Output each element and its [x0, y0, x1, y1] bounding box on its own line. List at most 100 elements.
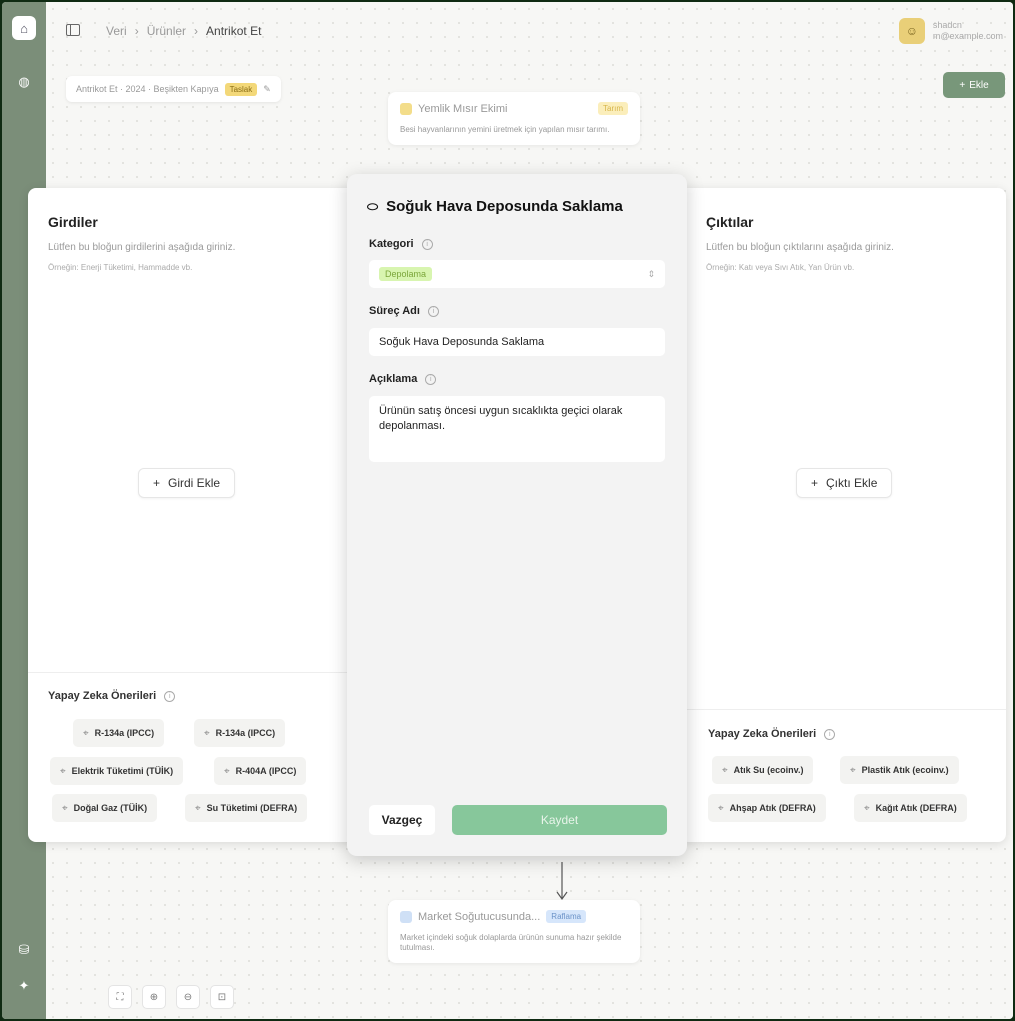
info-icon[interactable]: i [824, 728, 836, 740]
node-title: Yemlik Mısır Ekimi [418, 102, 508, 115]
arrow-down-icon [556, 862, 568, 901]
avatar: ☺ [898, 18, 925, 44]
info-icon[interactable]: i [164, 690, 176, 702]
process-name-label-text: Süreç Adı [369, 305, 420, 317]
sprout-icon [400, 102, 412, 115]
chip-label: Kağıt Atık (DEFRA) [875, 803, 957, 813]
tag-icon: ⌖ [722, 764, 728, 776]
info-icon[interactable]: i [425, 373, 437, 385]
chip-label: R-134a (IPCC) [94, 728, 155, 738]
plus-icon: + [959, 79, 966, 91]
user-menu[interactable]: ☺ shadcn m@example.com [898, 18, 1003, 44]
status-badge: Taslak [224, 82, 258, 96]
ai-suggestions-label: Yapay Zeka Önerileri [708, 728, 817, 740]
chip-label: Su Tüketimi (DEFRA) [206, 803, 298, 813]
chip-label: Doğal Gaz (TÜİK) [73, 803, 148, 813]
process-edit-modal: ⬭ Soğuk Hava Deposunda Saklama Kategori … [347, 174, 687, 856]
project-pill[interactable]: Antrikot Et · 2024 · Beşikten Kapıya Tas… [66, 76, 281, 102]
description-label-text: Açıklama [369, 373, 418, 385]
add-output-label: Çıktı Ekle [826, 476, 878, 490]
suggestion-chip[interactable]: ⌖ Elektrik Tüketimi (TÜİK) [50, 757, 184, 785]
home-icon[interactable]: ⌂ [12, 16, 36, 40]
info-icon[interactable]: i [427, 305, 439, 317]
suggestion-chip[interactable]: ⌖ Plastik Atık (ecoinv.) [840, 756, 959, 784]
suggestion-chip[interactable]: ⌖ R-134a (IPCC) [194, 719, 286, 747]
ai-suggestions-title: Yapay Zeka Önerileri i [708, 728, 836, 740]
suggestion-chip[interactable]: ⌖ Ahşap Atık (DEFRA) [708, 794, 826, 822]
process-node-top[interactable]: Yemlik Mısır Ekimi Tarım Besi hayvanları… [388, 92, 640, 145]
breadcrumb-item[interactable]: Veri [106, 24, 127, 38]
save-button[interactable]: Kaydet [452, 805, 667, 835]
panel-title: Çıktılar [706, 214, 754, 230]
tag-icon: ⌖ [224, 765, 230, 777]
divider [28, 672, 358, 673]
plus-icon: + [811, 476, 819, 490]
pill-icon: ⬭ [367, 198, 379, 214]
select-chevron-icon: ⇕ [647, 268, 655, 279]
chevron-right-icon: › [134, 24, 139, 38]
sidebar-toggle-icon[interactable] [66, 24, 80, 36]
tag-icon: ⌖ [204, 727, 210, 739]
suggestion-chip[interactable]: ⌖ Atık Su (ecoinv.) [712, 756, 814, 784]
add-button-label: Ekle [969, 79, 989, 91]
chip-label: Ahşap Atık (DEFRA) [729, 803, 816, 813]
description-label: Açıklama i [369, 373, 437, 385]
app-frame: ⌂ ◍ ⛁ ✦ Veri › Ürünler › Antrikot Et ☺ s… [2, 2, 1013, 1019]
panel-subtitle: Lütfen bu bloğun çıktılarını aşağıda gir… [706, 242, 894, 253]
chip-label: Elektrik Tüketimi (TÜİK) [71, 766, 174, 776]
panel-example: Örneğin: Katı veya Sıvı Atık, Yan Ürün v… [706, 263, 855, 272]
chevron-right-icon: › [194, 24, 199, 38]
description-textarea[interactable]: Ürünün satış öncesi uygun sıcaklıkta geç… [369, 396, 665, 462]
suggestion-chip[interactable]: ⌖ R-134a (IPCC) [73, 719, 165, 747]
globe-icon[interactable]: ◍ [12, 70, 36, 94]
category-label-text: Kategori [369, 238, 414, 250]
category-select[interactable]: Depolama ⇕ [369, 260, 665, 288]
node-title: Market Soğutucusunda... [418, 910, 541, 923]
breadcrumb-item[interactable]: Ürünler [147, 24, 186, 38]
tag-icon: ⌖ [60, 765, 66, 777]
divider [680, 709, 1006, 710]
modal-title: ⬭ Soğuk Hava Deposunda Saklama [367, 198, 623, 215]
add-input-label: Girdi Ekle [168, 476, 221, 490]
chip-label: Atık Su (ecoinv.) [733, 765, 804, 775]
tag-icon: ⌖ [718, 802, 724, 814]
suggestion-chip[interactable]: ⌖ Su Tüketimi (DEFRA) [185, 794, 308, 822]
process-name-input[interactable]: Soğuk Hava Deposunda Saklama [369, 328, 665, 356]
zoom-out-icon[interactable]: ⊖ [176, 985, 200, 1009]
outputs-panel: Çıktılar Lütfen bu bloğun çıktılarını aş… [680, 188, 1006, 842]
chip-label: R-404A (IPCC) [235, 766, 297, 776]
lock-icon[interactable]: ⊡ [210, 985, 234, 1009]
suggestion-chip[interactable]: ⌖ R-404A (IPCC) [214, 757, 307, 785]
plus-icon: + [153, 476, 161, 490]
edit-icon[interactable]: ✎ [263, 84, 271, 95]
info-icon[interactable]: i [421, 238, 433, 250]
user-name: shadcn [932, 20, 962, 30]
process-node-bottom[interactable]: Market Soğutucusunda... Raflama Market i… [388, 900, 640, 963]
tag-icon: ⌖ [195, 802, 201, 814]
logo-icon: ✦ [18, 978, 30, 993]
chip-label: Plastik Atık (ecoinv.) [861, 765, 949, 775]
database-icon[interactable]: ⛁ [12, 938, 36, 962]
cancel-button[interactable]: Vazgeç [369, 805, 435, 835]
canvas-tools: ⛶ ⊕ ⊖ ⊡ [108, 985, 234, 1009]
suggestion-chip[interactable]: ⌖ Doğal Gaz (TÜİK) [52, 794, 158, 822]
breadcrumb: Veri › Ürünler › Antrikot Et [106, 24, 261, 38]
add-button[interactable]: + Ekle [943, 72, 1005, 98]
node-description: Besi hayvanlarının yemini üretmek için y… [400, 125, 610, 134]
ai-suggestions-label: Yapay Zeka Önerileri [48, 690, 157, 702]
add-output-button[interactable]: + Çıktı Ekle [796, 468, 893, 498]
top-bar: Veri › Ürünler › Antrikot Et ☺ shadcn m@… [46, 2, 1013, 60]
suggestion-chip[interactable]: ⌖ Kağıt Atık (DEFRA) [854, 794, 967, 822]
breadcrumb-current: Antrikot Et [206, 24, 262, 38]
store-icon [400, 910, 412, 923]
modal-title-text: Soğuk Hava Deposunda Saklama [386, 198, 623, 215]
category-label: Kategori i [369, 238, 433, 250]
ai-suggestions-title: Yapay Zeka Önerileri i [48, 690, 176, 702]
node-badge: Raflama [546, 910, 587, 923]
add-input-button[interactable]: + Girdi Ekle [138, 468, 236, 498]
process-name-label: Süreç Adı i [369, 305, 439, 317]
fit-view-icon[interactable]: ⛶ [108, 985, 132, 1009]
chip-label: R-134a (IPCC) [215, 728, 276, 738]
node-description: Market içindeki soğuk dolaplarda ürünün … [400, 933, 622, 952]
zoom-in-icon[interactable]: ⊕ [142, 985, 166, 1009]
